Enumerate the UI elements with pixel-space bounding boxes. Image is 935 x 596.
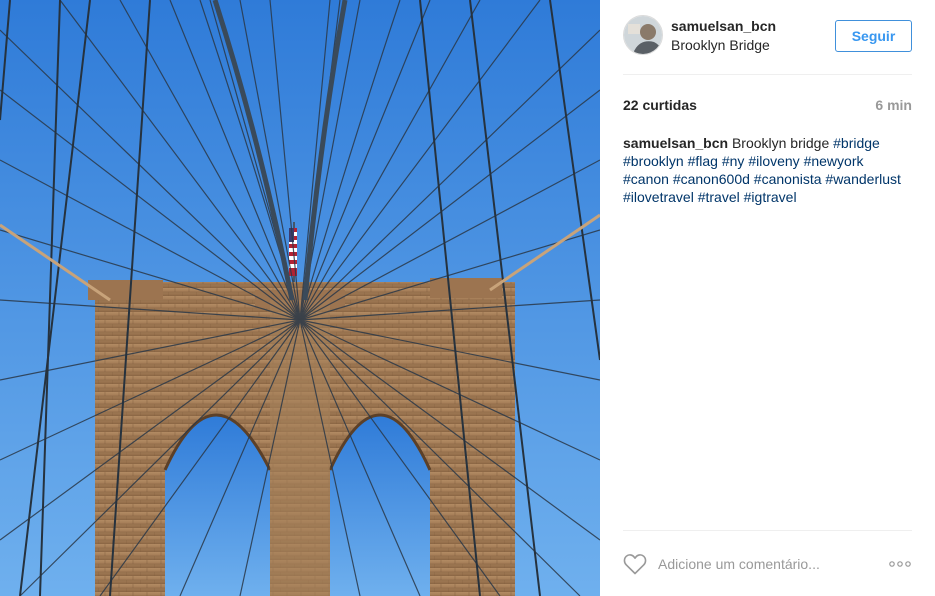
post-time[interactable]: 6 min	[875, 97, 912, 113]
hashtag[interactable]: #canonista	[754, 171, 822, 187]
avatar-icon	[624, 16, 662, 54]
hashtag[interactable]: #ny	[722, 153, 745, 169]
caption-text: Brooklyn bridge	[731, 135, 830, 151]
location-link[interactable]: Brooklyn Bridge	[671, 37, 770, 53]
more-options-icon[interactable]	[888, 558, 912, 570]
hashtag[interactable]: #wanderlust	[825, 171, 901, 187]
caption-username[interactable]: samuelsan_bcn	[623, 135, 728, 151]
user-avatar[interactable]	[623, 15, 663, 55]
hashtag[interactable]: #flag	[688, 153, 718, 169]
instagram-post: samuelsan_bcn Brooklyn Bridge Seguir 22 …	[0, 0, 935, 596]
post-photo[interactable]	[0, 0, 600, 596]
likes-count[interactable]: 22 curtidas	[623, 97, 697, 113]
post-header: samuelsan_bcn Brooklyn Bridge Seguir	[623, 15, 912, 57]
heart-icon[interactable]	[623, 553, 647, 575]
follow-button[interactable]: Seguir	[835, 20, 912, 52]
hashtag[interactable]: #ilovetravel	[623, 189, 694, 205]
comment-divider	[623, 530, 912, 531]
brooklyn-bridge-image	[0, 0, 600, 596]
post-caption: samuelsan_bcn Brooklyn bridge #bridge #b…	[623, 134, 912, 206]
header-divider	[623, 74, 912, 75]
hashtag[interactable]: #iloveny	[748, 153, 799, 169]
hashtag[interactable]: #travel	[698, 189, 740, 205]
hashtag[interactable]: #newyork	[804, 153, 864, 169]
hashtag[interactable]: #canon	[623, 171, 669, 187]
comment-input[interactable]	[658, 554, 873, 574]
hashtag[interactable]: #igtravel	[744, 189, 797, 205]
username-link[interactable]: samuelsan_bcn	[671, 18, 776, 34]
hashtag[interactable]: #canon600d	[673, 171, 750, 187]
post-stats: 22 curtidas 6 min	[623, 97, 912, 115]
hashtag[interactable]: #brooklyn	[623, 153, 684, 169]
comment-bar	[623, 552, 912, 576]
hashtag[interactable]: #bridge	[833, 135, 880, 151]
post-side-panel: samuelsan_bcn Brooklyn Bridge Seguir 22 …	[600, 0, 935, 596]
